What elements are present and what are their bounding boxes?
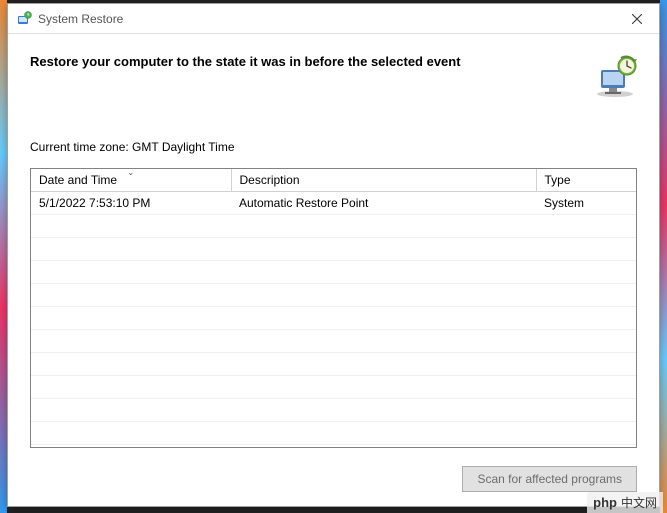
scan-affected-programs-button: Scan for affected programs [462,466,637,492]
table-row [31,330,636,353]
sort-indicator-icon: ⌄ [127,168,134,177]
table-row [31,238,636,261]
table-row [31,376,636,399]
footer: Scan for affected programs [8,458,659,506]
system-restore-icon [16,11,32,27]
content-area: Current time zone: GMT Daylight Time ⌄ D… [8,110,659,458]
table-row [31,422,636,445]
timezone-label: Current time zone: GMT Daylight Time [30,140,637,154]
page-title: Restore your computer to the state it wa… [30,52,581,69]
watermark-text: 中文网 [621,494,657,511]
titlebar: System Restore [8,4,659,34]
header: Restore your computer to the state it wa… [8,34,659,110]
table-row [31,215,636,238]
table-row [31,307,636,330]
cell-date: 5/1/2022 7:53:10 PM [31,192,231,215]
table-row [31,261,636,284]
cell-description: Automatic Restore Point [231,192,536,215]
watermark: php 中文网 [587,492,663,513]
column-header-date[interactable]: ⌄ Date and Time [31,169,231,192]
column-header-type[interactable]: Type [536,169,636,192]
restore-illustration-icon [591,52,639,100]
table-row [31,284,636,307]
system-restore-window: System Restore Restore your computer to … [7,3,660,507]
table-header-row: ⌄ Date and Time Description Type [31,169,636,192]
window-title: System Restore [38,12,614,26]
restore-points-table: ⌄ Date and Time Description Type 5/1/202… [30,168,637,448]
watermark-brand: php [593,495,617,510]
cell-type: System [536,192,636,215]
table-row [31,399,636,422]
close-button[interactable] [614,4,659,33]
table-row[interactable]: 5/1/2022 7:53:10 PM Automatic Restore Po… [31,192,636,215]
column-header-description[interactable]: Description [231,169,536,192]
table-row [31,353,636,376]
